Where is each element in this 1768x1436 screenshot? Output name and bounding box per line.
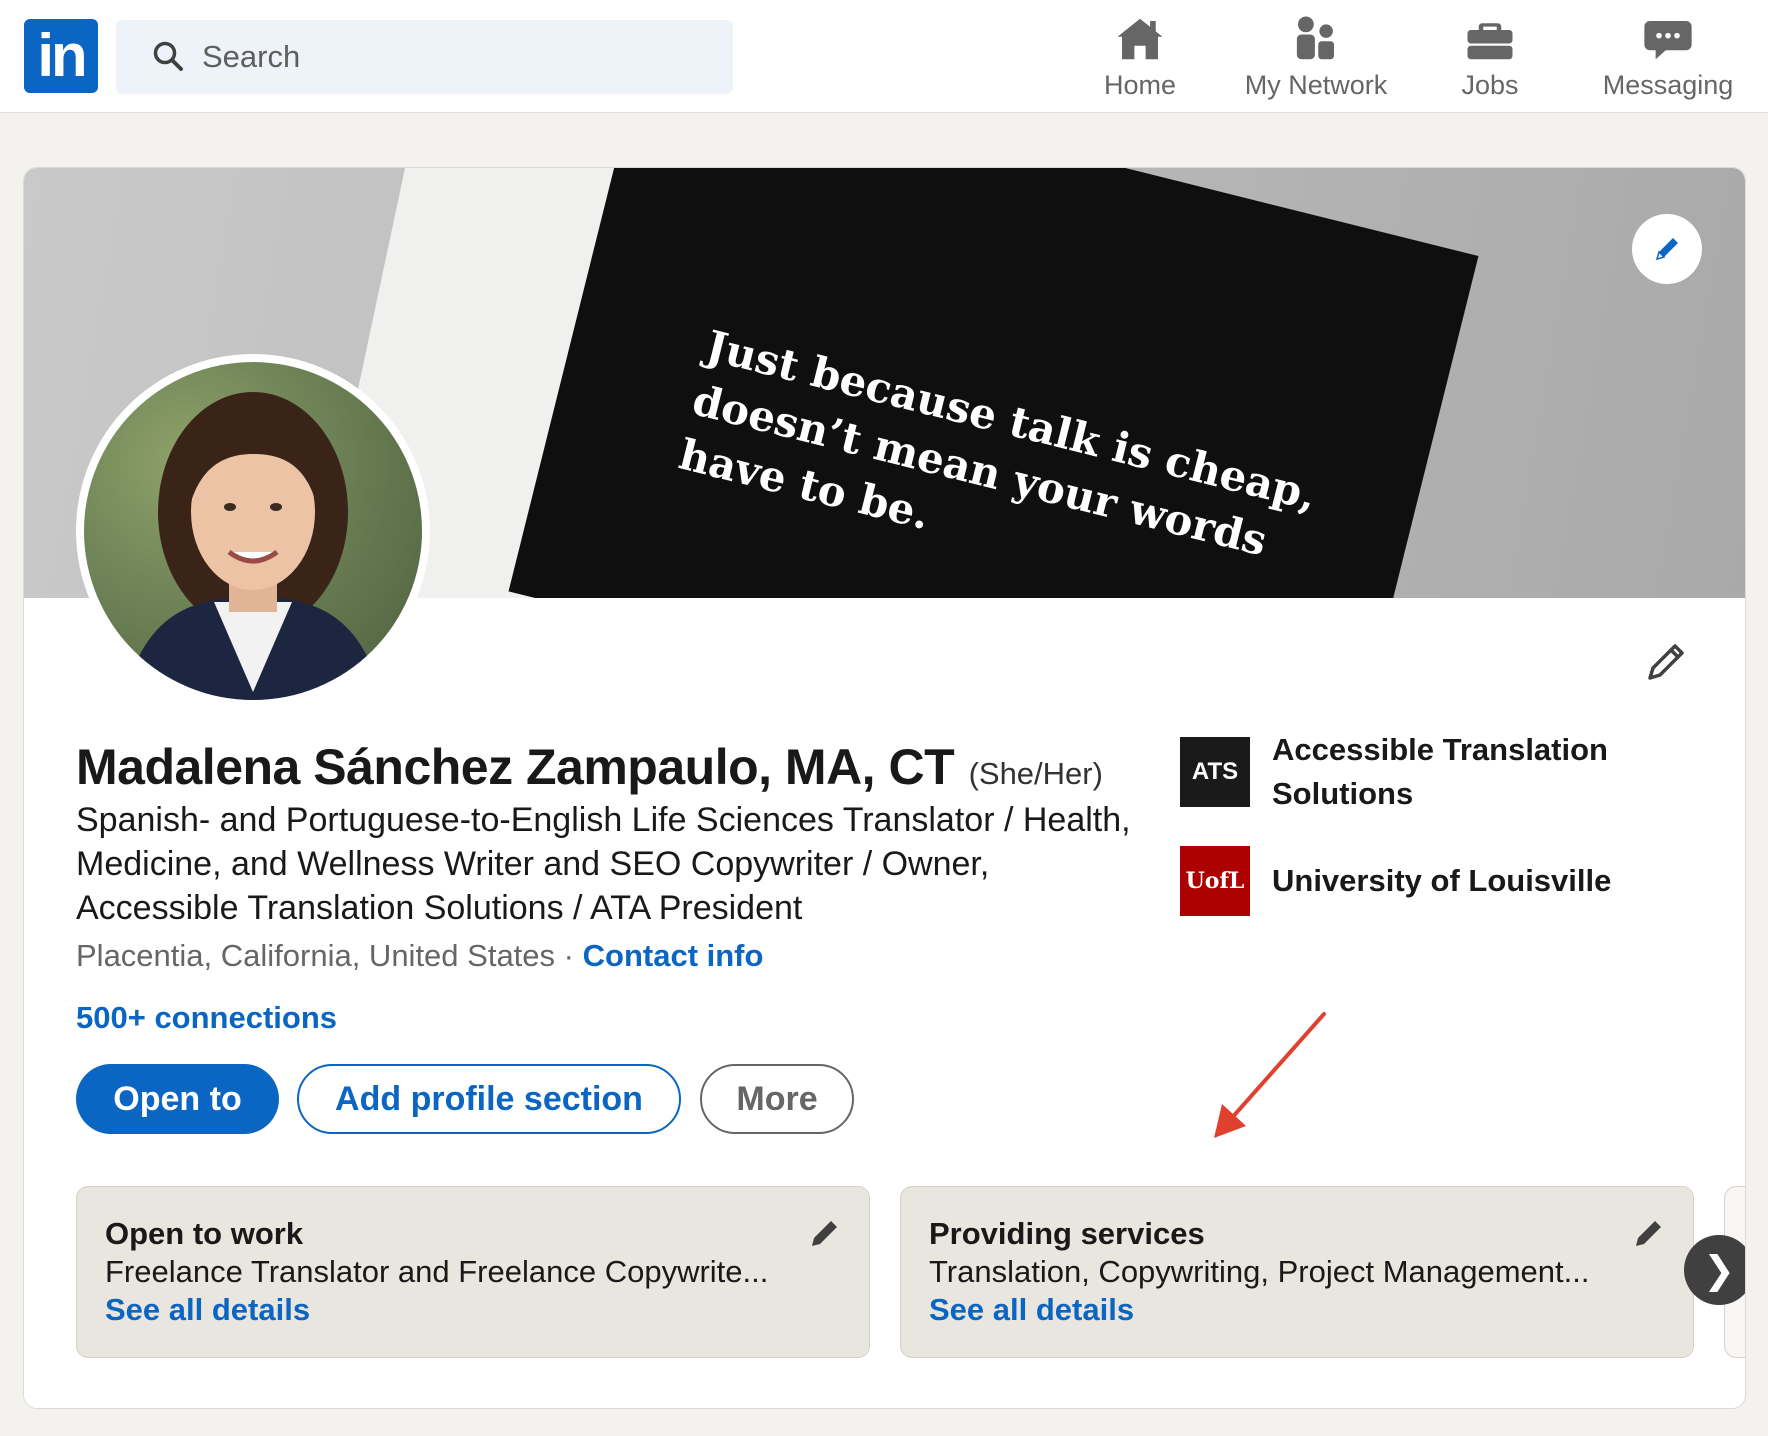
see-all-details-link[interactable]: See all details xyxy=(105,1291,841,1329)
open-to-button[interactable]: Open to xyxy=(76,1064,279,1134)
org-name: University of Louisville xyxy=(1272,863,1612,898)
search-icon xyxy=(153,41,183,71)
nav-home-label: Home xyxy=(1103,70,1177,100)
nav-messaging-label: Messaging xyxy=(1602,70,1734,100)
connections-link[interactable]: 500+ connections xyxy=(76,1000,337,1036)
location-row: Placentia, California, United States · C… xyxy=(76,938,763,974)
separator-dot: · xyxy=(563,938,574,973)
profile-orgs: ATS Accessible Translation Solutions Uof… xyxy=(1180,728,1632,946)
service-title: Providing services xyxy=(929,1216,1205,1251)
profile-headline: Spanish- and Portuguese-to-English Life … xyxy=(76,801,1131,927)
nav-messaging[interactable]: Messaging xyxy=(1600,12,1736,102)
nav-home[interactable]: Home xyxy=(1095,12,1185,102)
nav-jobs[interactable]: Jobs xyxy=(1448,12,1532,102)
pencil-icon xyxy=(1648,644,1684,680)
messaging-icon xyxy=(1644,21,1692,60)
search-input[interactable] xyxy=(202,34,702,80)
profile-photo[interactable] xyxy=(76,354,430,708)
home-icon xyxy=(1117,18,1163,60)
see-all-details-link[interactable]: See all details xyxy=(929,1291,1665,1329)
carousel-next-button[interactable]: ❯ xyxy=(1684,1235,1745,1305)
profile-card: Just because talk is cheap, doesn’t mean… xyxy=(23,167,1746,1409)
contact-info-link[interactable]: Contact info xyxy=(583,938,764,973)
network-icon xyxy=(1296,16,1334,60)
add-profile-section-button[interactable]: Add profile section xyxy=(297,1064,681,1134)
service-description: Translation, Copywriting, Project Manage… xyxy=(929,1254,1590,1289)
profile-photo-image xyxy=(84,362,422,700)
nav-my-network[interactable]: My Network xyxy=(1236,12,1396,102)
annotation-arrow xyxy=(1214,1012,1326,1138)
profile-name: Madalena Sánchez Zampaulo, MA, CT xyxy=(76,739,955,795)
more-button[interactable]: More xyxy=(700,1064,854,1134)
pencil-icon[interactable] xyxy=(1631,1215,1667,1251)
linkedin-logo[interactable]: in xyxy=(24,19,98,93)
org-current-company[interactable]: ATS Accessible Translation Solutions xyxy=(1180,728,1632,816)
org-education[interactable]: UofL University of Louisville xyxy=(1180,846,1632,916)
edit-intro-button[interactable] xyxy=(1642,638,1690,691)
top-nav: in Home My Network Jobs xyxy=(0,0,1768,113)
uofl-logo: UofL xyxy=(1180,846,1250,916)
nav-my-network-label: My Network xyxy=(1244,70,1388,100)
edit-banner-button[interactable] xyxy=(1632,214,1702,284)
pencil-icon[interactable] xyxy=(807,1215,843,1251)
pencil-icon xyxy=(1655,238,1678,261)
profile-pronouns: (She/Her) xyxy=(968,756,1103,791)
jobs-icon xyxy=(1467,23,1513,60)
service-title: Open to work xyxy=(105,1216,304,1251)
ats-logo: ATS xyxy=(1180,737,1250,807)
open-to-work-card[interactable]: Open to work Freelance Translator and Fr… xyxy=(76,1186,870,1358)
profile-location: Placentia, California, United States xyxy=(76,938,556,973)
org-name: Accessible Translation Solutions xyxy=(1272,732,1608,811)
providing-services-card[interactable]: Providing services Translation, Copywrit… xyxy=(900,1186,1694,1358)
service-description: Freelance Translator and Freelance Copyw… xyxy=(105,1254,769,1289)
search-bar[interactable] xyxy=(116,20,733,94)
nav-jobs-label: Jobs xyxy=(1461,70,1519,100)
name-row: Madalena Sánchez Zampaulo, MA, CT (She/H… xyxy=(76,738,1103,796)
